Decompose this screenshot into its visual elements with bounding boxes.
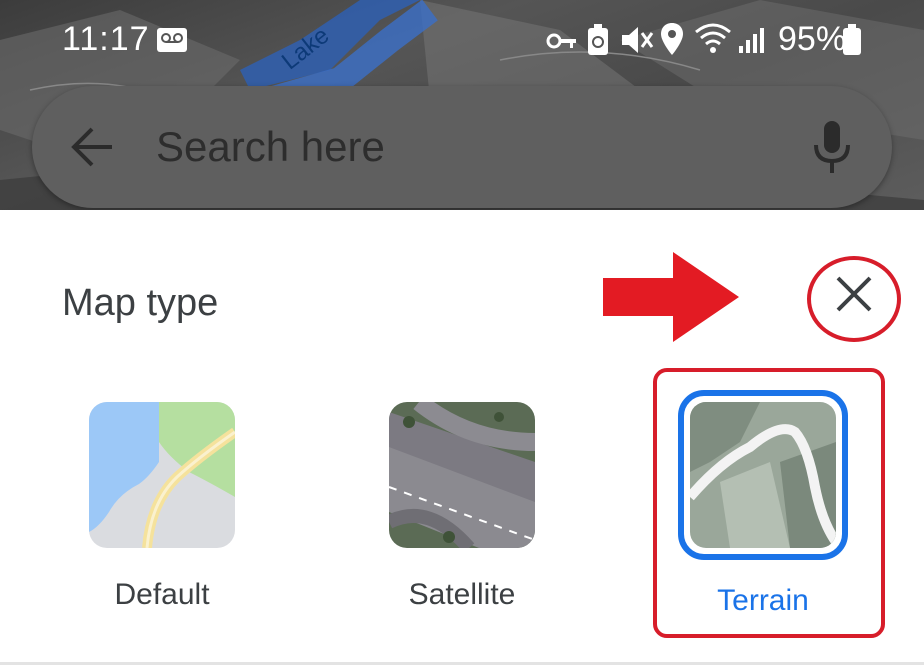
mute-icon: [620, 24, 654, 61]
option-label-terrain: Terrain: [717, 584, 809, 617]
battery-percent: 95%: [778, 20, 847, 58]
selected-thumbnail-frame: [678, 390, 848, 560]
search-input[interactable]: [154, 116, 758, 178]
microphone-icon[interactable]: [812, 119, 852, 180]
map-type-option-default[interactable]: Default: [89, 402, 235, 612]
annotation-arrow-icon: [603, 252, 741, 347]
terrain-map-thumbnail: [690, 402, 836, 548]
battery-saver-icon: [587, 24, 609, 61]
satellite-map-thumbnail: [389, 402, 535, 548]
wifi-icon: [694, 22, 732, 59]
map-type-option-satellite[interactable]: Satellite: [389, 402, 535, 612]
close-button[interactable]: [826, 268, 882, 324]
battery-icon: [843, 24, 861, 61]
option-label-satellite: Satellite: [408, 578, 516, 611]
location-icon: [660, 22, 684, 61]
option-label-default: Default: [114, 578, 210, 611]
back-arrow-icon[interactable]: [70, 124, 116, 175]
map-type-sheet: Map type Default Satellite Terrain: [0, 210, 924, 667]
voicemail-icon: [156, 26, 188, 59]
vpn-key-icon: [546, 30, 578, 57]
status-bar: 11:17 95%: [0, 0, 924, 80]
sheet-divider: [0, 662, 924, 665]
default-map-thumbnail: [89, 402, 235, 548]
signal-icon: [738, 26, 766, 59]
status-time: 11:17: [62, 20, 150, 58]
sheet-title: Map type: [62, 282, 219, 324]
close-icon: [834, 274, 874, 319]
map-type-option-terrain[interactable]: Terrain: [678, 390, 848, 618]
search-bar[interactable]: [32, 86, 892, 208]
